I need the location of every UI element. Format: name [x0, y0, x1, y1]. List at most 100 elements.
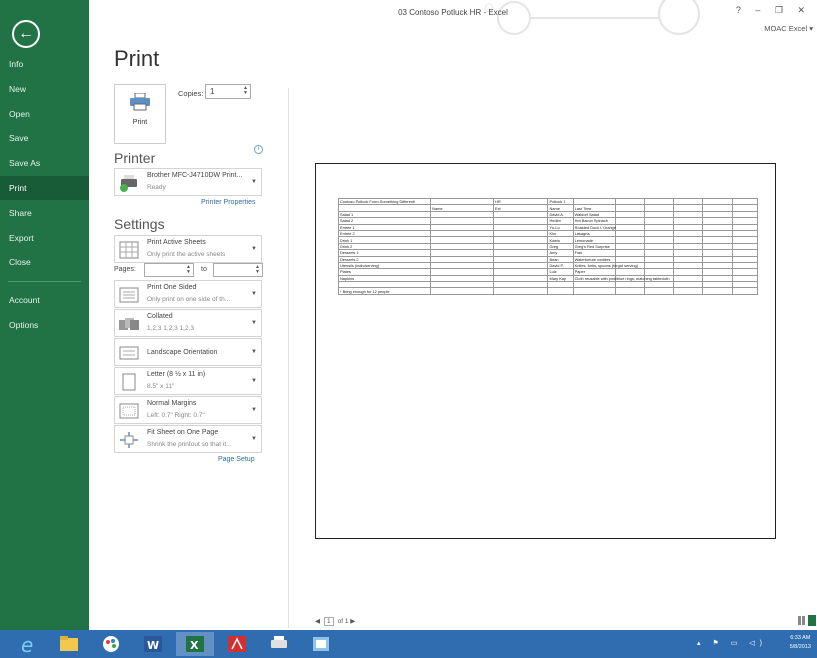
table-cell: Knifes, forks, spoons (forgot serving) [572, 261, 638, 270]
scaling-select[interactable]: Fit Sheet on One Page Shrink the printou… [114, 425, 262, 453]
internet-explorer-icon[interactable]: e [8, 632, 46, 656]
print-preview: Contoso Potluck Form-Something Different… [315, 163, 776, 539]
printer-status: Ready [147, 184, 166, 191]
table-cell: Greg's Red Surprise [572, 242, 616, 251]
printer-properties-link[interactable]: Printer Properties [201, 199, 255, 206]
pages-label: Pages: [114, 266, 136, 273]
page-number-input[interactable]: 1 [323, 617, 334, 626]
view-toggle-icons[interactable] [798, 615, 816, 626]
margins-title: Normal Margins [147, 400, 197, 407]
page-navigator: ◀ 1 of 1 ▶ [315, 617, 355, 626]
print-button-label: Print [132, 119, 148, 126]
back-arrow-icon[interactable]: ← [12, 20, 40, 48]
window-controls[interactable]: ? – ❐ ✕ [736, 5, 811, 16]
chevron-down-icon: ▼ [251, 407, 257, 413]
svg-text:e: e [21, 633, 33, 656]
spinner-arrows-icon[interactable]: ▲ ▼ [255, 265, 260, 275]
nav-open[interactable]: Open [0, 102, 89, 126]
printer-ready-icon [120, 175, 137, 192]
nav-save[interactable]: Save [0, 126, 89, 150]
table-cell [673, 287, 704, 295]
pages-from-input[interactable]: ▲ ▼ [144, 263, 194, 277]
print-what-desc: Only print the active sheets [147, 251, 226, 258]
nav-share[interactable]: Share [0, 201, 89, 225]
table-cell [614, 287, 645, 295]
copies-stepper[interactable]: 1 ▲ ▼ [205, 84, 251, 99]
nav-divider [8, 281, 81, 283]
svg-text:W: W [147, 639, 159, 652]
collation-title: Collated [147, 313, 173, 320]
pages-range: Pages: ▲ ▼ to ▲ ▼ [114, 263, 264, 279]
print-what-title: Print Active Sheets [147, 239, 206, 246]
nav-export[interactable]: Export [0, 226, 89, 250]
chevron-down-icon: ▼ [251, 320, 257, 326]
paper-desc: 8.5" x 11" [147, 383, 175, 390]
sides-select[interactable]: Print One Sided Only print on one side o… [114, 280, 262, 308]
acrobat-icon[interactable] [218, 632, 256, 656]
taskbar: e W X ▴ ⚑ ▭ ◁) 6:33 AM 5/8/2013 [0, 630, 817, 658]
table-cell: Watertorture cookies [572, 255, 616, 263]
table-cell [731, 287, 759, 295]
collated-icon [119, 318, 139, 330]
excel-icon[interactable]: X [176, 632, 214, 656]
chevron-down-icon: ▼ [251, 291, 257, 297]
scaling-desc: Shrink the printout so that it... [147, 441, 232, 448]
page-setup-link[interactable]: Page Setup [218, 456, 255, 463]
chevron-down-icon: ▼ [251, 349, 257, 355]
orientation-select[interactable]: Landscape Orientation ▼ [114, 338, 262, 366]
collation-select[interactable]: Collated 1,2,3 1,2,3 1,2,3 ▼ [114, 309, 262, 337]
printer-icon [130, 93, 150, 111]
prev-page-icon[interactable]: ◀ [315, 618, 320, 625]
margins-desc: Left: 0.7" Right: 0.7" [147, 412, 205, 419]
pages-to-input[interactable]: ▲ ▼ [213, 263, 263, 277]
nav-account[interactable]: Account [0, 288, 89, 312]
table-cell: * Bring enough for 12 people [337, 287, 432, 295]
table-cell: Cloth reusable with pink/blue rings; mat… [572, 274, 670, 283]
info-icon[interactable]: i [254, 145, 263, 154]
nav-print[interactable]: Print [0, 175, 89, 200]
sides-desc: Only print on one side of th... [147, 296, 231, 303]
margins-select[interactable]: Normal Margins Left: 0.7" Right: 0.7" ▼ [114, 396, 262, 424]
printer-name: Brother MFC-J4710DW Print... [147, 172, 243, 179]
spinner-arrows-icon[interactable]: ▲ ▼ [186, 265, 191, 275]
file-explorer-icon[interactable] [50, 632, 88, 656]
table-cell [547, 287, 574, 295]
backstage-nav: Info New Open Save Save As Print Share E… [0, 52, 89, 338]
background-decoration [484, 0, 700, 35]
network-app-icon[interactable] [302, 632, 340, 656]
printer-app-icon[interactable] [260, 632, 298, 656]
account-menu[interactable]: MOAC Excel ▾ [764, 24, 813, 33]
svg-text:X: X [190, 639, 199, 652]
scaling-title: Fit Sheet on One Page [147, 429, 219, 436]
word-icon[interactable]: W [134, 632, 172, 656]
copies-label: Copies: [178, 89, 204, 98]
table-cell [493, 287, 549, 295]
fit-to-page-icon [120, 432, 138, 448]
nav-new[interactable]: New [0, 77, 89, 101]
backstage-sidebar: ← Info New Open Save Save As Print Share… [0, 0, 89, 630]
table-cell: Roasted Duck L'Orange [572, 223, 617, 231]
nav-options[interactable]: Options [0, 313, 89, 337]
page-count: of 1 [337, 618, 349, 625]
printer-select[interactable]: Brother MFC-J4710DW Print... Ready ▼ [114, 168, 262, 196]
page-title: Print [114, 46, 160, 71]
table-cell [572, 287, 616, 295]
landscape-icon [119, 346, 139, 360]
spinner-arrows-icon[interactable]: ▲ ▼ [243, 86, 248, 96]
next-page-icon[interactable]: ▶ [350, 618, 355, 625]
one-sided-icon [119, 287, 139, 303]
nav-info[interactable]: Info [0, 52, 89, 76]
nav-save-as[interactable]: Save As [0, 151, 89, 175]
paper-size-select[interactable]: Letter (8 ½ x 11 in) 8.5" x 11" ▼ [114, 367, 262, 395]
system-tray-icons[interactable]: ▴ ⚑ ▭ ◁) [697, 639, 767, 647]
settings-heading: Settings [114, 216, 165, 232]
pane-divider [288, 88, 289, 628]
chevron-down-icon: ▼ [251, 378, 257, 384]
nav-close[interactable]: Close [0, 250, 89, 274]
table-cell [430, 287, 495, 295]
document-title: 03 Contoso Potluck HR - Excel [398, 8, 508, 17]
taskbar-clock[interactable]: 6:33 AM 5/8/2013 [790, 634, 811, 652]
paint-icon[interactable] [92, 632, 130, 656]
print-what-select[interactable]: Print Active Sheets Only print the activ… [114, 235, 262, 263]
print-button[interactable]: Print [114, 84, 166, 144]
